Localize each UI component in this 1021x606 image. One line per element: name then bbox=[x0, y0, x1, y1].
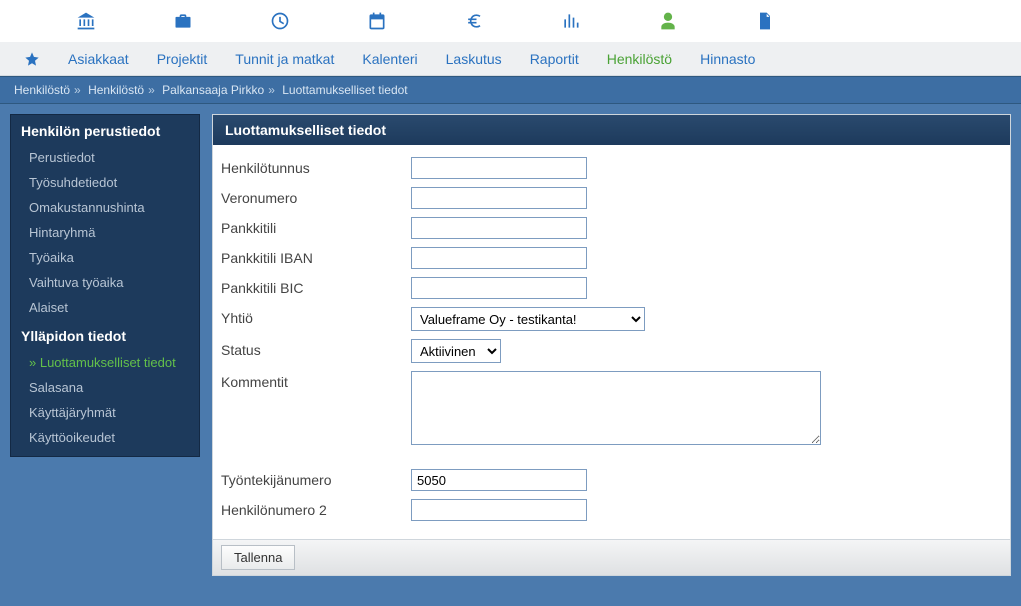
henkilonumero2-label: Henkilönumero 2 bbox=[221, 499, 411, 518]
euro-icon[interactable] bbox=[463, 10, 485, 32]
main-nav: Asiakkaat Projektit Tunnit ja matkat Kal… bbox=[0, 42, 1021, 76]
file-icon[interactable] bbox=[754, 10, 776, 32]
tyontekijanumero-input[interactable] bbox=[411, 469, 587, 491]
nav-tunnit[interactable]: Tunnit ja matkat bbox=[235, 51, 334, 67]
breadcrumb-item[interactable]: Palkansaaja Pirkko bbox=[162, 83, 264, 97]
kommentit-textarea[interactable] bbox=[411, 371, 821, 445]
bic-input[interactable] bbox=[411, 277, 587, 299]
nav-projektit[interactable]: Projektit bbox=[157, 51, 208, 67]
sidebar-item-tyosuhdetiedot[interactable]: Työsuhdetiedot bbox=[11, 170, 199, 195]
sidebar-item-omakustannushinta[interactable]: Omakustannushinta bbox=[11, 195, 199, 220]
sidebar-item-vaihtuva-tyoaika[interactable]: Vaihtuva työaika bbox=[11, 270, 199, 295]
yhtio-select[interactable]: Valueframe Oy - testikanta! bbox=[411, 307, 645, 331]
henkilotunnus-input[interactable] bbox=[411, 157, 587, 179]
henkilotunnus-label: Henkilötunnus bbox=[221, 157, 411, 176]
sidebar-item-perustiedot[interactable]: Perustiedot bbox=[11, 145, 199, 170]
top-icon-bar bbox=[0, 0, 1021, 42]
sidebar-item-alaiset[interactable]: Alaiset bbox=[11, 295, 199, 320]
kommentit-label: Kommentit bbox=[221, 371, 411, 390]
nav-kalenteri[interactable]: Kalenteri bbox=[362, 51, 417, 67]
breadcrumb-item: Luottamukselliset tiedot bbox=[282, 83, 407, 97]
henkilonumero2-input[interactable] bbox=[411, 499, 587, 521]
status-label: Status bbox=[221, 339, 411, 358]
footer-bar: Tallenna bbox=[213, 539, 1010, 575]
nav-henkilosto[interactable]: Henkilöstö bbox=[607, 51, 672, 67]
veronumero-label: Veronumero bbox=[221, 187, 411, 206]
content-panel: Luottamukselliset tiedot Henkilötunnus V… bbox=[212, 114, 1011, 576]
iban-input[interactable] bbox=[411, 247, 587, 269]
breadcrumb-item[interactable]: Henkilöstö bbox=[88, 83, 144, 97]
nav-laskutus[interactable]: Laskutus bbox=[446, 51, 502, 67]
nav-hinnasto[interactable]: Hinnasto bbox=[700, 51, 755, 67]
pankkitili-label: Pankkitili bbox=[221, 217, 411, 236]
sidebar-item-hintaryhma[interactable]: Hintaryhmä bbox=[11, 220, 199, 245]
user-icon[interactable] bbox=[657, 10, 679, 32]
save-button[interactable]: Tallenna bbox=[221, 545, 295, 570]
bic-label: Pankkitili BIC bbox=[221, 277, 411, 296]
bar-chart-icon[interactable] bbox=[560, 10, 582, 32]
nav-asiakkaat[interactable]: Asiakkaat bbox=[68, 51, 129, 67]
sidebar-section-title: Ylläpidon tiedot bbox=[11, 320, 199, 350]
status-select[interactable]: Aktiivinen bbox=[411, 339, 501, 363]
sidebar-item-kayttajaryhmat[interactable]: Käyttäjäryhmät bbox=[11, 400, 199, 425]
sidebar-item-salasana[interactable]: Salasana bbox=[11, 375, 199, 400]
veronumero-input[interactable] bbox=[411, 187, 587, 209]
pankkitili-input[interactable] bbox=[411, 217, 587, 239]
breadcrumb-item[interactable]: Henkilöstö bbox=[14, 83, 70, 97]
sidebar-item-tyoaika[interactable]: Työaika bbox=[11, 245, 199, 270]
panel-title: Luottamukselliset tiedot bbox=[213, 115, 1010, 145]
nav-raportit[interactable]: Raportit bbox=[530, 51, 579, 67]
star-icon[interactable] bbox=[24, 51, 40, 67]
tyontekijanumero-label: Työntekijänumero bbox=[221, 469, 411, 488]
sidebar-section-title: Henkilön perustiedot bbox=[11, 115, 199, 145]
bank-icon[interactable] bbox=[75, 10, 97, 32]
sidebar: Henkilön perustiedot Perustiedot Työsuhd… bbox=[10, 114, 200, 457]
breadcrumb: Henkilöstö» Henkilöstö» Palkansaaja Pirk… bbox=[0, 76, 1021, 104]
iban-label: Pankkitili IBAN bbox=[221, 247, 411, 266]
sidebar-item-luottamukselliset[interactable]: » Luottamukselliset tiedot bbox=[11, 350, 199, 375]
briefcase-icon[interactable] bbox=[172, 10, 194, 32]
calendar-icon[interactable] bbox=[366, 10, 388, 32]
clock-icon[interactable] bbox=[269, 10, 291, 32]
yhtio-label: Yhtiö bbox=[221, 307, 411, 326]
sidebar-item-kayttooikeudet[interactable]: Käyttöoikeudet bbox=[11, 425, 199, 450]
